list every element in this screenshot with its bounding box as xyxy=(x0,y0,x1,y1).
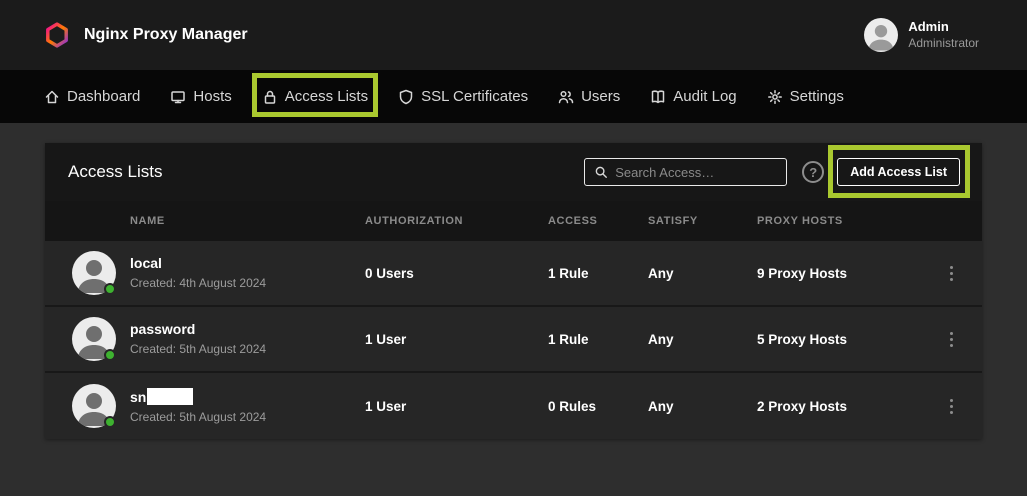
nav-label: Audit Log xyxy=(673,88,736,105)
nav-item-settings[interactable]: Settings xyxy=(767,88,844,105)
nav-label: Access Lists xyxy=(285,88,368,105)
nav-label: Dashboard xyxy=(67,88,140,105)
home-icon xyxy=(44,89,60,105)
column-header-satisfy: SATISFY xyxy=(648,215,757,227)
gear-icon xyxy=(767,89,783,105)
shield-icon xyxy=(398,89,414,105)
nav-item-hosts[interactable]: Hosts xyxy=(170,88,231,105)
user-menu[interactable]: Admin Administrator xyxy=(864,18,979,52)
app-logo-icon xyxy=(44,22,70,48)
lock-icon xyxy=(262,89,278,105)
cell-authorization: 0 Users xyxy=(365,266,548,281)
cell-access: 1 Rule xyxy=(548,266,648,281)
nav-item-access-lists[interactable]: Access Lists xyxy=(262,88,368,105)
content-area: Access Lists ? Add Access List NAME AUTH… xyxy=(0,123,1027,439)
row-avatar xyxy=(72,251,116,295)
users-icon xyxy=(558,89,574,105)
access-list-created: Created: 4th August 2024 xyxy=(130,276,365,290)
cell-satisfy: Any xyxy=(648,332,757,347)
nav-item-audit-log[interactable]: Audit Log xyxy=(650,88,736,105)
row-menu-button[interactable] xyxy=(936,258,966,288)
nav-label: Settings xyxy=(790,88,844,105)
access-list-name: sn xyxy=(130,388,365,406)
access-list-name: password xyxy=(130,321,365,338)
row-menu-button[interactable] xyxy=(936,391,966,421)
monitor-icon xyxy=(170,89,186,105)
cell-proxy-hosts: 2 Proxy Hosts xyxy=(757,399,934,414)
cell-proxy-hosts: 9 Proxy Hosts xyxy=(757,266,934,281)
cell-access: 0 Rules xyxy=(548,399,648,414)
user-avatar xyxy=(864,18,898,52)
user-role: Administrator xyxy=(908,36,979,51)
access-list-created: Created: 5th August 2024 xyxy=(130,342,365,356)
help-button[interactable]: ? xyxy=(802,161,824,183)
cell-authorization: 1 User xyxy=(365,332,548,347)
row-avatar xyxy=(72,384,116,428)
nav-label: Users xyxy=(581,88,620,105)
search-icon xyxy=(594,165,608,179)
user-name: Admin xyxy=(908,19,979,35)
cell-proxy-hosts: 5 Proxy Hosts xyxy=(757,332,934,347)
status-online-dot xyxy=(104,283,116,295)
table-row: local Created: 4th August 2024 0 Users 1… xyxy=(45,241,982,307)
column-header-name: NAME xyxy=(130,215,365,227)
nav-label: Hosts xyxy=(193,88,231,105)
page-title: Access Lists xyxy=(68,162,162,182)
row-menu-button[interactable] xyxy=(936,324,966,354)
cell-access: 1 Rule xyxy=(548,332,648,347)
search-input[interactable] xyxy=(615,165,777,180)
redaction-box xyxy=(147,388,193,405)
access-list-name: local xyxy=(130,255,365,272)
table-header-row: NAME AUTHORIZATION ACCESS SATISFY PROXY … xyxy=(45,201,982,241)
nav-item-ssl-certificates[interactable]: SSL Certificates xyxy=(398,88,528,105)
access-list-created: Created: 5th August 2024 xyxy=(130,410,365,424)
row-avatar xyxy=(72,317,116,361)
table-row: password Created: 5th August 2024 1 User… xyxy=(45,307,982,373)
status-online-dot xyxy=(104,349,116,361)
top-bar: Nginx Proxy Manager Admin Administrator xyxy=(0,0,1027,70)
search-box xyxy=(584,158,787,186)
panel-header: Access Lists ? Add Access List xyxy=(45,143,982,201)
cell-satisfy: Any xyxy=(648,399,757,414)
app-title: Nginx Proxy Manager xyxy=(84,26,248,44)
column-header-proxy-hosts: PROXY HOSTS xyxy=(757,215,934,227)
cell-authorization: 1 User xyxy=(365,399,548,414)
column-header-access: ACCESS xyxy=(548,215,648,227)
main-nav: Dashboard Hosts Access Lists SSL Certifi… xyxy=(0,70,1027,123)
cell-satisfy: Any xyxy=(648,266,757,281)
nav-item-users[interactable]: Users xyxy=(558,88,620,105)
access-lists-panel: Access Lists ? Add Access List NAME AUTH… xyxy=(45,143,982,439)
nav-item-dashboard[interactable]: Dashboard xyxy=(44,88,140,105)
book-icon xyxy=(650,89,666,105)
nav-label: SSL Certificates xyxy=(421,88,528,105)
column-header-authorization: AUTHORIZATION xyxy=(365,215,548,227)
table-row: sn Created: 5th August 2024 1 User 0 Rul… xyxy=(45,373,982,439)
status-online-dot xyxy=(104,416,116,428)
add-access-list-button[interactable]: Add Access List xyxy=(837,158,960,186)
